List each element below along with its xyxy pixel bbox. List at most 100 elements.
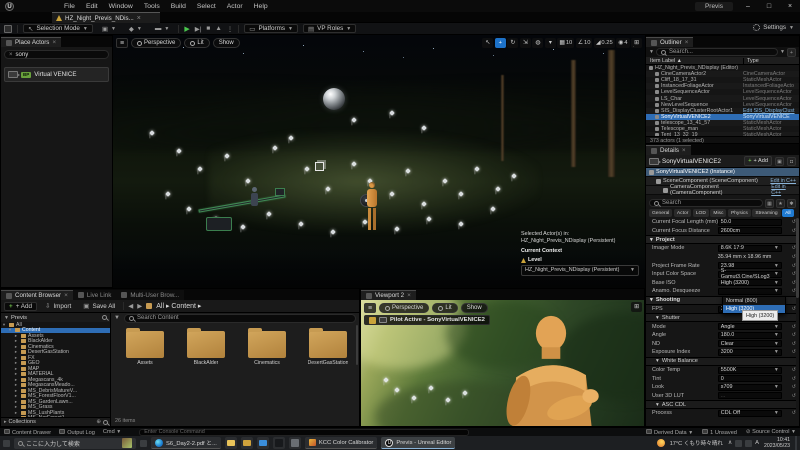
property-value-dropdown[interactable]: 180.0▼ bbox=[718, 332, 782, 339]
maximize-viewport2-icon[interactable]: ⊞ bbox=[631, 302, 642, 312]
frame-skip-button[interactable]: ▶| bbox=[195, 25, 202, 33]
menu-window[interactable]: Window bbox=[109, 3, 133, 10]
camera-crane-base[interactable] bbox=[206, 217, 232, 231]
details-settings-icon[interactable]: ✱ bbox=[787, 199, 796, 208]
iso-option[interactable]: Normal (800) bbox=[723, 297, 785, 305]
outliner-search-input[interactable]: Search... bbox=[656, 48, 778, 56]
taskbar-clock[interactable]: 10:412023/05/23 bbox=[764, 437, 790, 449]
add-collection-icon[interactable]: ⊕ bbox=[96, 419, 101, 425]
settings-dropdown[interactable]: Settings▼ bbox=[753, 24, 794, 31]
cb-tab-0[interactable]: Content Browser× bbox=[1, 290, 73, 300]
menu-select[interactable]: Select bbox=[197, 3, 216, 10]
menu-file[interactable]: File bbox=[64, 3, 75, 10]
close-icon[interactable]: × bbox=[64, 292, 68, 299]
property-value-dropdown[interactable]: 3200▼ bbox=[718, 349, 782, 356]
taskbar-app-gray[interactable] bbox=[289, 437, 301, 449]
unreal-logo-icon[interactable]: U bbox=[5, 2, 14, 11]
reset-to-default-icon[interactable]: ↺ bbox=[792, 341, 796, 347]
select-tool-icon[interactable]: ↖ bbox=[482, 38, 493, 48]
minimize-button[interactable]: – bbox=[742, 3, 754, 10]
taskbar-app-explorer[interactable] bbox=[241, 437, 253, 449]
property-value-input[interactable]: 50.0 bbox=[718, 219, 782, 226]
component-row[interactable]: SonyVirtualVENICE2 (Instance) bbox=[646, 168, 799, 177]
viewport2-options-icon[interactable]: ≡ bbox=[364, 303, 376, 313]
column-item-label[interactable]: Item Label ▲ bbox=[646, 58, 743, 64]
reset-to-default-icon[interactable]: ↺ bbox=[792, 306, 796, 312]
edit-in-cpp-link[interactable]: Edit in C++ bbox=[771, 184, 796, 196]
property-value-dropdown[interactable]: s709▼ bbox=[718, 384, 782, 391]
filter-chip-all[interactable]: All bbox=[782, 209, 793, 217]
reset-to-default-icon[interactable]: ↺ bbox=[792, 393, 796, 399]
place-actors-search-input[interactable]: × sony bbox=[4, 50, 109, 59]
forward-icon[interactable]: ▶ bbox=[137, 302, 142, 310]
breadcrumb[interactable]: All ▸ Content ▸ bbox=[156, 302, 201, 310]
details-search-input[interactable]: Search bbox=[649, 199, 763, 207]
source-control-button[interactable]: ⊘ Source Control ▼ bbox=[746, 429, 796, 435]
main-viewport[interactable]: ≡ Perspective Lit Show ↖ + ↻ ⇲ ◍ ▾ ▦ 10 … bbox=[113, 35, 645, 288]
cb-scrollbar[interactable] bbox=[356, 325, 359, 365]
filter-chip-physics[interactable]: Physics bbox=[728, 209, 751, 217]
cb-search-input[interactable]: Search Content bbox=[124, 314, 356, 323]
reset-to-default-icon[interactable]: ↺ bbox=[792, 410, 796, 416]
unsaved-button[interactable]: 1 Unsaved bbox=[702, 429, 737, 436]
outliner-row-type[interactable]: Edit SIS_DisplayClust bbox=[743, 108, 799, 114]
viewport2-perspective-dropdown[interactable]: Perspective bbox=[379, 303, 429, 313]
close-icon[interactable]: × bbox=[682, 147, 686, 154]
billboard-sprite-icon[interactable] bbox=[315, 162, 324, 171]
cb-tab-2[interactable]: Multi-User Brow... bbox=[116, 290, 184, 300]
reset-to-default-icon[interactable]: ↺ bbox=[792, 332, 796, 338]
search-collections-icon[interactable] bbox=[103, 420, 108, 425]
close-tab-icon[interactable]: × bbox=[137, 15, 141, 22]
reset-to-default-icon[interactable]: ↺ bbox=[792, 349, 796, 355]
filter-chip-misc[interactable]: Misc bbox=[710, 209, 726, 217]
close-icon[interactable]: × bbox=[685, 39, 689, 46]
start-button[interactable] bbox=[3, 440, 10, 447]
move-tool-icon[interactable]: + bbox=[495, 38, 506, 48]
taskbar-app-mail[interactable] bbox=[257, 437, 269, 449]
search-paths-icon[interactable] bbox=[102, 315, 107, 320]
viewport2-viewmode-dropdown[interactable]: Lit bbox=[432, 303, 457, 313]
cb-import-button[interactable]: ⇩Import bbox=[41, 302, 75, 311]
property-value-dropdown[interactable]: Clear▼ bbox=[718, 340, 782, 347]
outliner-filter-icon[interactable]: ▼ bbox=[649, 49, 654, 55]
taskbar-app-pdf[interactable]: S6_Day2-2.pdf と... bbox=[151, 437, 221, 449]
stop-button[interactable]: ■ bbox=[206, 25, 210, 32]
reset-to-default-icon[interactable]: ↺ bbox=[792, 384, 796, 390]
cinematics-dropdown[interactable]: ▬▼ bbox=[151, 24, 173, 33]
save-preset-icon[interactable]: ▦ bbox=[765, 199, 774, 208]
cb-add-button[interactable]: ++ Add bbox=[4, 302, 37, 311]
add-component-button[interactable]: ++ Add bbox=[744, 156, 772, 166]
viewport-options-icon[interactable]: ≡ bbox=[116, 38, 128, 48]
level-asset-tab[interactable]: HZ_Night_Previs_NDis... × bbox=[52, 12, 160, 23]
camera-speed-control[interactable]: ◉ 4 bbox=[616, 38, 629, 48]
taskbar-search-input[interactable]: ここに入力して検索 bbox=[14, 438, 136, 449]
rotate-tool-icon[interactable]: ↻ bbox=[507, 38, 518, 48]
reset-to-default-icon[interactable]: ↺ bbox=[792, 376, 796, 382]
tray-icon[interactable] bbox=[745, 440, 752, 447]
scale-snap-toggle[interactable]: ◢ 0.25 bbox=[594, 38, 615, 48]
cb-save-all-button[interactable]: ▣Save All bbox=[79, 302, 119, 311]
perspective-dropdown[interactable]: Perspective bbox=[131, 38, 181, 48]
selection-mode-dropdown[interactable]: ↖ Selection Mode▼ bbox=[23, 24, 93, 33]
component-row[interactable]: CameraComponent (CameraComponent)Edit in… bbox=[646, 186, 799, 195]
details-tab[interactable]: Details× bbox=[646, 145, 691, 155]
platforms-dropdown[interactable]: ▭Platforms▼ bbox=[244, 24, 298, 33]
new-folder-icon[interactable]: + bbox=[787, 48, 796, 57]
maximize-button[interactable]: □ bbox=[763, 3, 775, 10]
close-icon[interactable]: × bbox=[407, 292, 411, 299]
content-drawer-button[interactable]: Content Drawer bbox=[4, 429, 51, 436]
asset-folder[interactable]: BlackAlder bbox=[180, 327, 232, 366]
menu-tools[interactable]: Tools bbox=[144, 3, 160, 10]
taskbar-app-unreal[interactable]: UPrevis - Unreal Editor bbox=[381, 437, 455, 449]
property-value-input[interactable]: 2600cm bbox=[718, 227, 782, 234]
filter-funnel-icon[interactable]: ▼ bbox=[114, 315, 121, 322]
ime-indicator[interactable]: A bbox=[755, 440, 759, 446]
menu-build[interactable]: Build bbox=[171, 3, 186, 10]
add-actor-dropdown[interactable]: ▣▼ bbox=[98, 24, 120, 33]
play-button[interactable]: ▶ bbox=[184, 25, 189, 33]
property-value-dropdown[interactable]: High (3200)▼ bbox=[718, 279, 782, 286]
show-dropdown[interactable]: Show bbox=[213, 38, 240, 48]
property-section[interactable]: ▾Project bbox=[646, 235, 796, 244]
property-value-dropdown[interactable]: CDL Off▼ bbox=[718, 410, 782, 417]
cb-tab-1[interactable]: Live Link bbox=[73, 290, 116, 300]
